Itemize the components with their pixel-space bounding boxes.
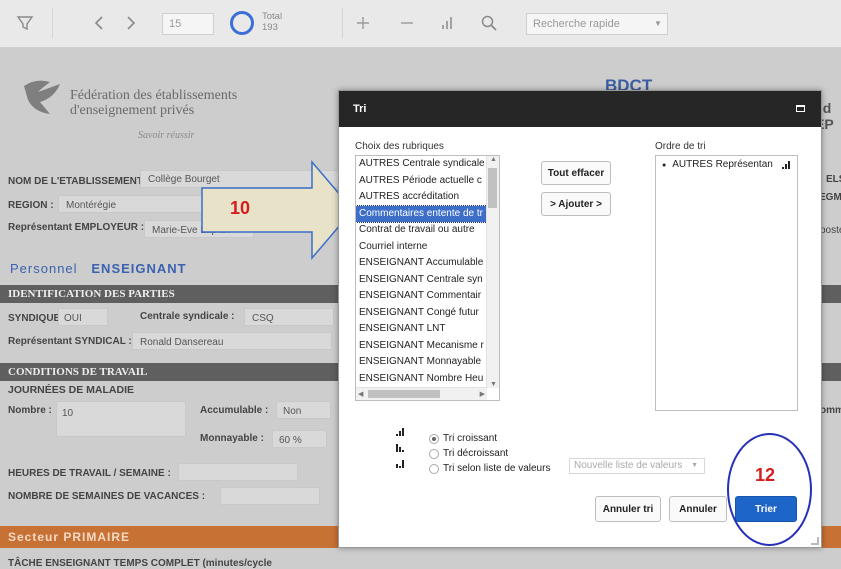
add-icon[interactable]: [352, 12, 374, 34]
rep-syndical-value: Ronald Dansereau: [140, 337, 224, 348]
annuler-button[interactable]: Annuler: [669, 496, 727, 522]
semaines-label: NOMBRE DE SEMAINES DE VACANCES :: [8, 491, 206, 502]
dialog-title: Tri: [353, 103, 367, 115]
heures-label: HEURES DE TRAVAIL / SEMAINE :: [8, 468, 171, 479]
resize-handle[interactable]: [811, 537, 819, 545]
filter-icon[interactable]: [14, 12, 36, 34]
quick-search-input[interactable]: Recherche rapide: [526, 13, 668, 35]
prev-icon[interactable]: [88, 12, 110, 34]
sort-custom-icon: [395, 459, 405, 471]
nom-label: NOM DE L'ETABLISSEMENT :: [8, 176, 150, 187]
rep-employeur-label: Représentant EMPLOYEUR :: [8, 222, 145, 233]
heures-field[interactable]: [178, 463, 298, 481]
scroll-left-icon[interactable]: ◀: [358, 390, 363, 398]
choix-label: Choix des rubriques: [355, 141, 444, 152]
list-item[interactable]: AUTRES accréditation: [356, 189, 487, 206]
liste-valeurs-dropdown[interactable]: Nouvelle liste de valeurs ▼: [569, 458, 705, 474]
list-item[interactable]: ENSEIGNANT Congé futur: [356, 305, 487, 322]
list-item[interactable]: Commentaires entente de tr: [356, 204, 488, 223]
region-value: Montérégie: [66, 200, 117, 211]
nombre-field[interactable]: [56, 401, 186, 437]
list-item[interactable]: AUTRES Centrale syndicale: [356, 156, 487, 173]
sort-ascending-icon: [395, 427, 405, 439]
annotation-circle: [727, 433, 812, 546]
chevron-down-icon: ▼: [691, 462, 698, 469]
total-label: Total 193: [262, 11, 283, 33]
cut-text: poste: [820, 225, 841, 236]
maximize-icon[interactable]: [796, 105, 805, 112]
ordre-listbox[interactable]: ● AUTRES Représentan: [655, 155, 798, 411]
dialog-titlebar: Tri: [339, 91, 821, 127]
radio-tri-liste[interactable]: Tri selon liste de valeurs: [429, 463, 550, 474]
total-progress-icon: [230, 11, 254, 35]
radio-button[interactable]: [429, 433, 439, 444]
list-item[interactable]: ENSEIGNANT LNT: [356, 321, 487, 338]
search-icon[interactable]: [478, 12, 500, 34]
tache-heading: TÂCHE ENSEIGNANT TEMPS COMPLET (minutes/…: [8, 558, 272, 569]
list-item[interactable]: ENSEIGNANT Monnayable: [356, 354, 487, 371]
tout-effacer-button[interactable]: Tout effacer: [541, 161, 611, 185]
semaines-field[interactable]: [220, 487, 320, 505]
dropdown-icon[interactable]: ▼: [652, 16, 664, 30]
horizontal-scrollbar[interactable]: ◀ ▶: [356, 387, 487, 400]
annotation-arrow-right: [201, 160, 354, 260]
list-item[interactable]: ENSEIGNANT Commentair: [356, 288, 487, 305]
ordre-label: Ordre de tri: [655, 141, 706, 152]
vertical-scrollbar[interactable]: ▲ ▼: [486, 156, 499, 388]
rep-syndical-label: Représentant SYNDICAL :: [8, 336, 132, 347]
centrale-label: Centrale syndicale :: [140, 311, 235, 322]
annuler-tri-button[interactable]: Annuler tri: [595, 496, 661, 522]
scroll-right-icon[interactable]: ▶: [480, 390, 485, 398]
list-item[interactable]: ENSEIGNANT Nombre Heu: [356, 371, 487, 388]
org-name: Fédération des établissements d'enseigne…: [70, 88, 238, 118]
radio-button[interactable]: [429, 448, 439, 459]
scroll-down-icon[interactable]: ▼: [490, 381, 497, 388]
scroll-thumb[interactable]: [368, 390, 440, 398]
sort-ascending-icon[interactable]: [781, 160, 791, 173]
maladie-heading: JOURNÉES DE MALADIE: [8, 384, 135, 396]
sort-icon[interactable]: [436, 12, 458, 34]
scroll-thumb[interactable]: [488, 168, 497, 208]
annotation-step-10: 10: [230, 198, 251, 218]
next-icon[interactable]: [120, 12, 142, 34]
scroll-up-icon[interactable]: ▲: [490, 156, 497, 163]
toolbar: 15 Total 193 Recherche rapide ▼: [0, 0, 841, 48]
order-item[interactable]: ● AUTRES Représentan: [662, 159, 792, 170]
ajouter-button[interactable]: > Ajouter >: [541, 192, 611, 216]
accumulable-value: Non: [283, 406, 302, 417]
accumulable-label: Accumulable :: [200, 405, 269, 416]
tagline: Savoir réussir: [138, 130, 195, 141]
syndique-value: OUI: [64, 313, 82, 324]
list-item[interactable]: ENSEIGNANT Centrale syn: [356, 272, 487, 289]
sort-descending-icon: [395, 443, 405, 455]
radio-button[interactable]: [429, 463, 439, 474]
list-item[interactable]: AUTRES Période actuelle c: [356, 173, 487, 190]
list-item[interactable]: Courriel interne: [356, 239, 487, 256]
nombre-value: 10: [62, 408, 74, 419]
nombre-label: Nombre :: [8, 405, 52, 416]
cut-text: ELS:: [826, 174, 841, 185]
list-item[interactable]: Contrat de travail ou autre: [356, 222, 487, 239]
remove-icon[interactable]: [396, 12, 418, 34]
monnayable-label: Monnayable :: [200, 433, 264, 444]
list-item[interactable]: ENSEIGNANT Accumulable: [356, 255, 487, 272]
rubriques-listbox[interactable]: AUTRES Centrale syndicale AUTRES Période …: [355, 155, 500, 401]
radio-tri-decroissant[interactable]: Tri décroissant: [429, 448, 508, 459]
personnel-heading: Personnel ENSEIGNANT: [10, 261, 187, 276]
divider: [52, 8, 53, 38]
rubriques-list: AUTRES Centrale syndicale AUTRES Période …: [356, 156, 499, 387]
divider: [342, 8, 343, 38]
annotation-step-12: 12: [755, 465, 776, 485]
radio-tri-croissant[interactable]: Tri croissant: [429, 433, 497, 444]
cut-text: EGMEN: [819, 192, 841, 203]
region-label: REGION :: [8, 200, 54, 211]
centrale-value: CSQ: [252, 313, 274, 324]
list-item[interactable]: ENSEIGNANT Mecanisme r: [356, 338, 487, 355]
record-number-field[interactable]: 15: [162, 13, 214, 35]
monnayable-value: 60 %: [279, 435, 302, 446]
logo-icon: [24, 80, 60, 114]
cut-text: omme: [820, 405, 841, 416]
